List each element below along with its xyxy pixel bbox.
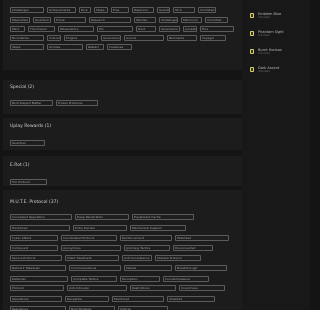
achievement-chip[interactable]: Mental — [124, 265, 172, 271]
achievement-chip[interactable]: Archive — [47, 44, 83, 50]
achievement-chip[interactable]: Creatives — [107, 44, 132, 50]
section-title: Special (2) — [10, 85, 35, 90]
achievement-chip[interactable]: Coordinated Protocol — [61, 235, 117, 241]
achievement-chip[interactable]: Disconnected — [173, 245, 213, 251]
achievement-chip[interactable]: Resistance — [10, 306, 66, 310]
achievement-chip[interactable]: Aurora — [124, 35, 164, 41]
achievement-chip[interactable]: Fine — [200, 26, 234, 32]
sidebar-item-status: Unlocked — [258, 70, 270, 73]
achievement-chip[interactable]: Breakthrough — [175, 265, 227, 271]
achievement-chip[interactable]: Protocol — [10, 285, 64, 291]
sidebar-item-status: Unlocked — [258, 16, 270, 19]
achievement-chip[interactable]: Defender — [10, 276, 68, 282]
achievement-chip[interactable]: Challenges — [10, 7, 44, 13]
achievement-chip[interactable]: Unlimited — [205, 17, 228, 23]
achievement-chip[interactable]: Cranial — [47, 35, 61, 41]
achievement-chip[interactable]: Bold Strategy — [69, 306, 115, 310]
achievement-chip[interactable]: Monitored — [112, 296, 164, 302]
badge-icon — [250, 13, 254, 18]
achievement-chip[interactable]: Scientist — [157, 7, 170, 13]
achievements-panel: Challenges Achievements Dice Steps Free Reser… — [0, 0, 242, 310]
achievement-chip[interactable]: Prime — [54, 17, 86, 23]
badge-icon — [250, 31, 254, 36]
achievement-chip[interactable]: Silent Treatment — [65, 255, 119, 261]
achievement-chip[interactable]: Complete Tactics — [71, 276, 117, 282]
achievement-chip[interactable]: Boundaries — [10, 35, 44, 41]
achievement-chip[interactable]: Steps — [94, 7, 108, 13]
achievement-chip[interactable]: Restrictions — [130, 285, 176, 291]
section-title: E.Rot (1) — [10, 163, 30, 168]
achievement-chip[interactable]: Concealed Opposition — [10, 214, 72, 220]
achievement-chip[interactable]: Cyber Attack — [10, 235, 58, 241]
achievement-chip[interactable]: Steps — [10, 44, 44, 50]
achievement-chip[interactable]: Compound — [10, 245, 58, 251]
achievement-chip[interactable]: Anonymous — [61, 245, 121, 251]
achievement-chip[interactable]: Communications — [69, 265, 121, 271]
achievement-chip[interactable]: Mechanical Support — [130, 225, 186, 231]
achievement-chip[interactable]: Entry Denied — [73, 225, 127, 231]
achievement-chip[interactable]: Free — [111, 7, 129, 13]
achievement-chip[interactable]: Guardian — [10, 140, 45, 146]
achievement-chip[interactable]: The Dream — [28, 26, 55, 32]
achievement-chip[interactable]: Reinforcement — [120, 235, 172, 241]
achievement-chip[interactable]: Mobilized — [175, 235, 229, 241]
achievement-chip[interactable]: Frozen Protocols — [56, 100, 98, 106]
badge-icon — [250, 67, 254, 72]
achievement-chip[interactable]: Observatory — [58, 26, 94, 32]
achievement-chip[interactable]: Challenges — [159, 17, 178, 23]
achievement-chip[interactable]: Disruption — [120, 276, 160, 282]
achievement-chip[interactable]: Unlimited — [198, 7, 216, 13]
sidebar-item[interactable]: Burnt Horizon Unlocked — [248, 48, 308, 57]
section-title: M.U.T.E. Protocol (37) — [10, 200, 59, 205]
sidebar-item-status: Unlocked — [258, 52, 270, 55]
achievement-chip[interactable]: Reservoir — [132, 7, 154, 13]
achievement-chip[interactable]: Shadow Protocol — [155, 255, 201, 261]
achievement-chip[interactable]: Remnants — [167, 35, 197, 41]
achievement-chip[interactable]: Dice — [79, 7, 91, 13]
achievement-chip[interactable]: Shielded — [167, 296, 215, 302]
achievement-chip[interactable]: Anti-Intrusion — [67, 285, 127, 291]
achievement-chip[interactable]: Hardwired — [10, 225, 70, 231]
achievement-chip[interactable]: Critical — [118, 306, 168, 310]
achievement-chip[interactable]: Tech — [173, 7, 195, 13]
achievement-chip[interactable]: Deep Penetration — [75, 214, 129, 220]
sidebar-item[interactable]: Phantom Sight Unlocked — [248, 30, 308, 39]
achievement-chip[interactable]: Mimimum — [181, 17, 202, 23]
sidebar-item[interactable]: Dark Ascent Unlocked — [248, 66, 308, 75]
section-title: Uplay Rewards (1) — [10, 124, 52, 129]
achievement-chip[interactable]: Bold Subject Matter — [10, 100, 53, 106]
achievement-chip[interactable]: Jumpstart — [183, 26, 197, 32]
achievement-chip[interactable]: Anti-Surveillance — [122, 255, 152, 261]
achievement-chip[interactable]: Warden — [134, 17, 156, 23]
achievement-chip[interactable]: Achievements — [47, 7, 76, 13]
achievement-chip[interactable]: Mind — [10, 26, 25, 32]
achievement-chip[interactable]: Countermeasure — [163, 276, 209, 282]
achievement-chip[interactable]: Enigma — [64, 35, 98, 41]
achievement-chip[interactable]: Ascensions — [101, 35, 121, 41]
achievement-chip[interactable]: Network Takedown — [10, 265, 66, 271]
achievement-chip[interactable]: Operations — [10, 296, 62, 302]
achievement-chip[interactable]: Voyager — [200, 35, 226, 41]
achievement-chip[interactable]: Equipment Cache — [132, 214, 194, 220]
achievement-chip[interactable]: Research — [89, 17, 131, 23]
achievement-chip[interactable]: Ascensions — [159, 26, 180, 32]
achievement-chip[interactable]: Dont — [136, 26, 156, 32]
achievement-chip[interactable]: Quantum Access — [33, 17, 51, 23]
achievement-chip[interactable]: Meanwhile — [10, 17, 30, 23]
achievement-chip[interactable]: Full Protocol — [10, 179, 47, 185]
sidebar-item[interactable]: Emblem Blue Unlocked — [248, 12, 308, 21]
sidebar-item-status: Unlocked — [258, 34, 270, 37]
badge-icon — [250, 49, 254, 54]
achievement-chip[interactable]: Unanimous — [179, 285, 225, 291]
achievement-chip[interactable]: Secure Protocol — [10, 255, 62, 261]
achievement-chip[interactable]: Pro — [97, 26, 133, 32]
achievement-chip[interactable]: Deception — [65, 296, 109, 302]
achievement-chip[interactable]: Jamming Tactics — [124, 245, 170, 251]
sidebar — [242, 0, 310, 310]
section-background — [3, 80, 242, 114]
achievement-chip[interactable]: Restart — [86, 44, 104, 50]
